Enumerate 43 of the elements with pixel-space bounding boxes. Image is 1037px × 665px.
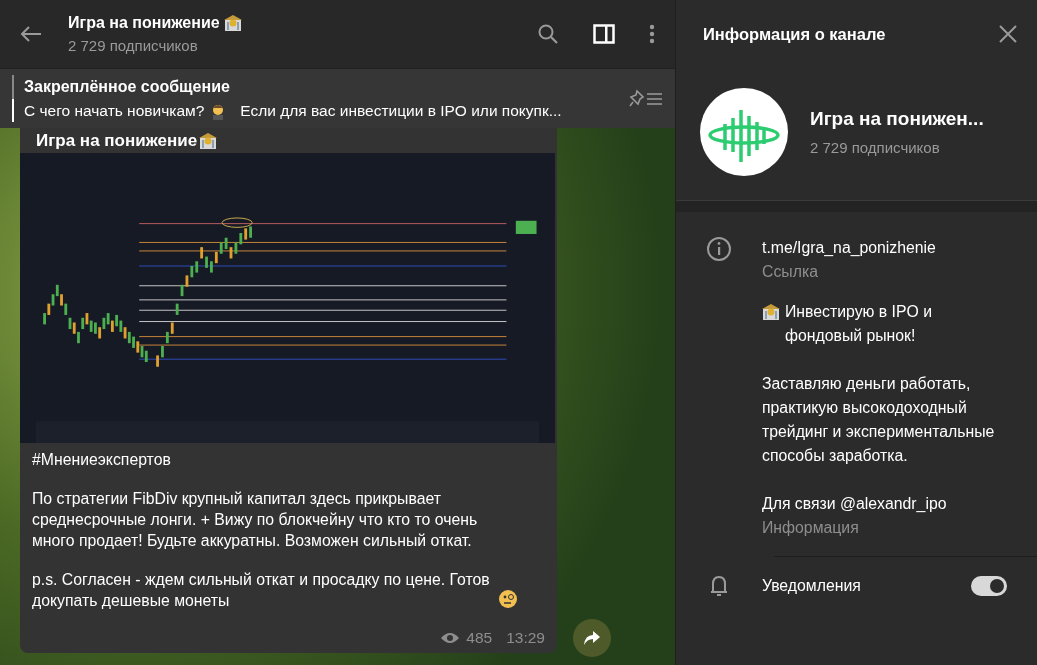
pinned-preview-start[interactable]: С чего начать новичкам? bbox=[12, 98, 205, 123]
thinking-face-emoji-icon bbox=[498, 589, 518, 609]
search-icon bbox=[537, 23, 559, 45]
eye-icon bbox=[440, 631, 461, 645]
more-vertical-icon bbox=[649, 24, 655, 44]
notifications-toggle[interactable] bbox=[971, 576, 1007, 596]
forward-button[interactable] bbox=[573, 619, 611, 657]
channel-title: Игра на понижение bbox=[68, 12, 220, 33]
channel-avatar-icon bbox=[700, 88, 788, 176]
message-paragraph: #Мнениеэкспертов bbox=[32, 451, 171, 468]
info-icon bbox=[706, 236, 732, 262]
channel-link[interactable]: t.me/Igra_na_ponizhenie bbox=[762, 236, 998, 260]
message-time: 13:29 bbox=[506, 629, 545, 647]
message-author: Игра на понижение bbox=[36, 129, 198, 152]
link-label: Ссылка bbox=[762, 262, 819, 282]
message-paragraph: p.s. Согласен - ждем сильный откат и просадку по цене. Готов докупать дешевые монеты bbox=[32, 570, 491, 611]
description-paragraph: Для связи @alexandr_ipo bbox=[762, 495, 947, 512]
bank-icon bbox=[223, 13, 242, 32]
pinned-label: Закреплённое сообщение bbox=[24, 76, 231, 97]
pinned-list-button[interactable] bbox=[629, 88, 663, 109]
bank-icon bbox=[762, 303, 780, 321]
more-menu-button[interactable] bbox=[649, 24, 655, 44]
back-arrow-icon bbox=[20, 25, 42, 43]
message-paragraph: По стратегии FibDiv крупный капитал здесь прикрывает среднесрочные лонги. + Вижу по блокчейну что кто то очень много продает! Будьте аккуратны. Возможен сильный откат. bbox=[32, 490, 478, 549]
subscriber-count: 2 729 подписчиков bbox=[810, 138, 941, 158]
pinned-preview-text[interactable]: Если для вас инвестиции в IPO или покупк... bbox=[240, 98, 562, 123]
bank-icon bbox=[199, 131, 218, 150]
subscriber-count: 2 729 подписчиков bbox=[68, 35, 199, 56]
back-button[interactable] bbox=[20, 25, 42, 43]
panel-title: Информация о канале bbox=[703, 23, 886, 45]
share-arrow-icon bbox=[583, 630, 601, 646]
close-icon bbox=[999, 25, 1017, 43]
pin-list-icon bbox=[629, 88, 663, 109]
close-button[interactable] bbox=[999, 25, 1017, 43]
search-button[interactable] bbox=[537, 23, 559, 45]
description-paragraph: Заставляю деньги работать, практикую высокодоходный трейдинг и экспериментальные способы заработка. bbox=[762, 375, 995, 464]
view-count: 485 bbox=[466, 629, 493, 647]
notifications-label: Уведомления bbox=[762, 576, 862, 596]
sidebar-panel-icon bbox=[593, 24, 615, 44]
description-label: Информация bbox=[762, 518, 860, 538]
channel-name: Игра на понижен... bbox=[810, 106, 984, 131]
sidebar-toggle-button[interactable] bbox=[593, 24, 615, 44]
description-paragraph: Инвестирую в IPO и фондовый рынок! bbox=[785, 302, 933, 346]
